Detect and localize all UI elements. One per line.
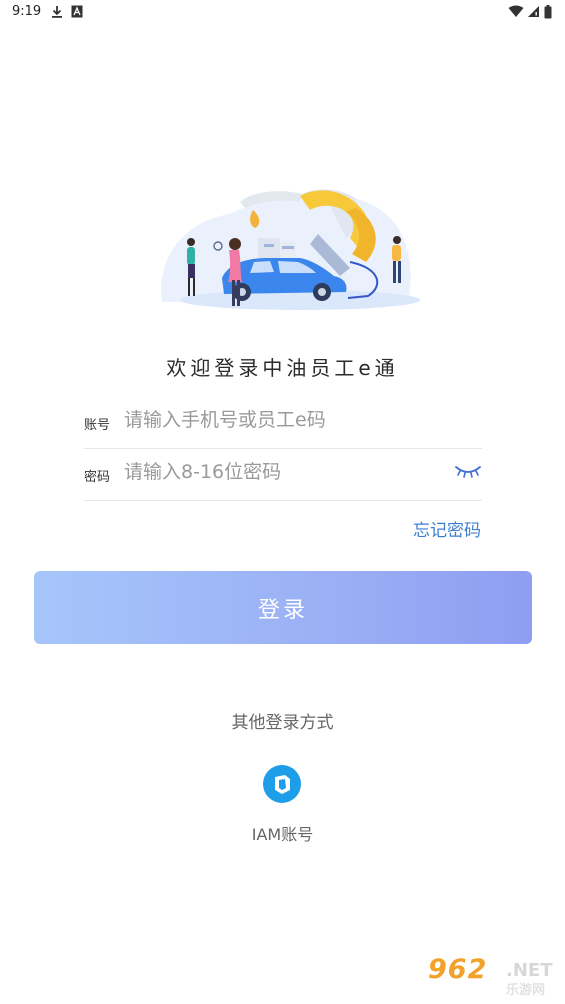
status-bar: 9:19: [0, 0, 565, 26]
password-label: 密码: [84, 470, 111, 485]
watermark-sub: 乐游网: [506, 983, 546, 998]
other-login-methods-title: 其他登录方式: [231, 713, 334, 733]
welcome-title: 欢迎登录中油员工e通: [166, 356, 399, 380]
watermark-logo: 962 .NET 乐游网: [428, 954, 558, 998]
account-row: 账号: [84, 396, 482, 449]
account-input[interactable]: [124, 402, 434, 438]
account-label: 账号: [84, 418, 111, 433]
watermark-main: 962: [428, 954, 488, 985]
password-row: 密码: [84, 448, 482, 501]
forgot-password-link[interactable]: 忘记密码: [413, 516, 481, 541]
eye-closed-icon[interactable]: [454, 464, 482, 480]
status-time: 9:19: [12, 4, 42, 19]
wifi-icon: [508, 5, 524, 17]
iam-account-label[interactable]: IAM账号: [0, 821, 565, 845]
iam-icon[interactable]: [263, 765, 301, 803]
cell-signal-icon: [528, 6, 539, 17]
battery-icon: [544, 5, 552, 19]
font-app-icon: [71, 5, 83, 18]
download-icon: [52, 6, 62, 18]
refueling-illustration: [161, 189, 420, 310]
watermark-suffix: .NET: [506, 960, 553, 981]
password-input[interactable]: [124, 454, 434, 490]
login-button[interactable]: 登录: [34, 571, 532, 644]
